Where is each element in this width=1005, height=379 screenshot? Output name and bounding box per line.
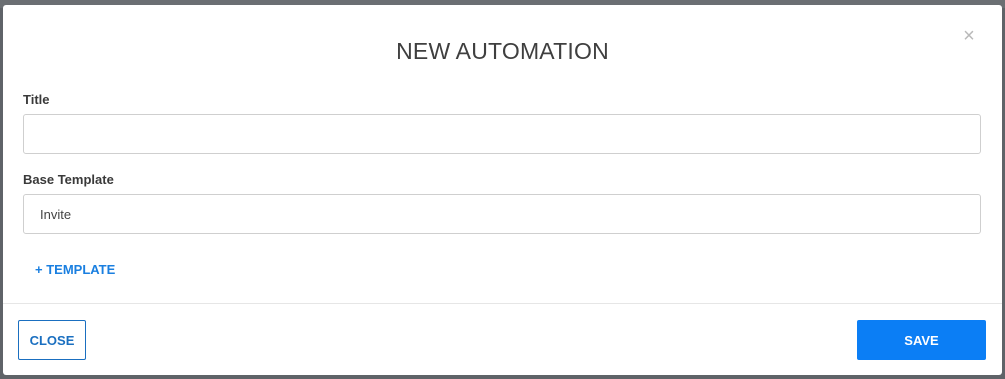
dialog-title: NEW AUTOMATION xyxy=(396,38,609,64)
footer-divider xyxy=(3,303,1002,304)
new-automation-dialog: NEW AUTOMATION × Title Base Template Inv… xyxy=(3,5,1002,375)
save-button[interactable]: SAVE xyxy=(857,320,986,360)
base-template-label: Base Template xyxy=(23,172,114,187)
title-label: Title xyxy=(23,92,50,107)
title-input[interactable] xyxy=(23,114,981,154)
close-icon[interactable]: × xyxy=(962,26,976,46)
base-template-select[interactable]: Invite xyxy=(23,194,981,234)
close-button[interactable]: CLOSE xyxy=(18,320,86,360)
add-template-link[interactable]: + TEMPLATE xyxy=(35,262,115,277)
